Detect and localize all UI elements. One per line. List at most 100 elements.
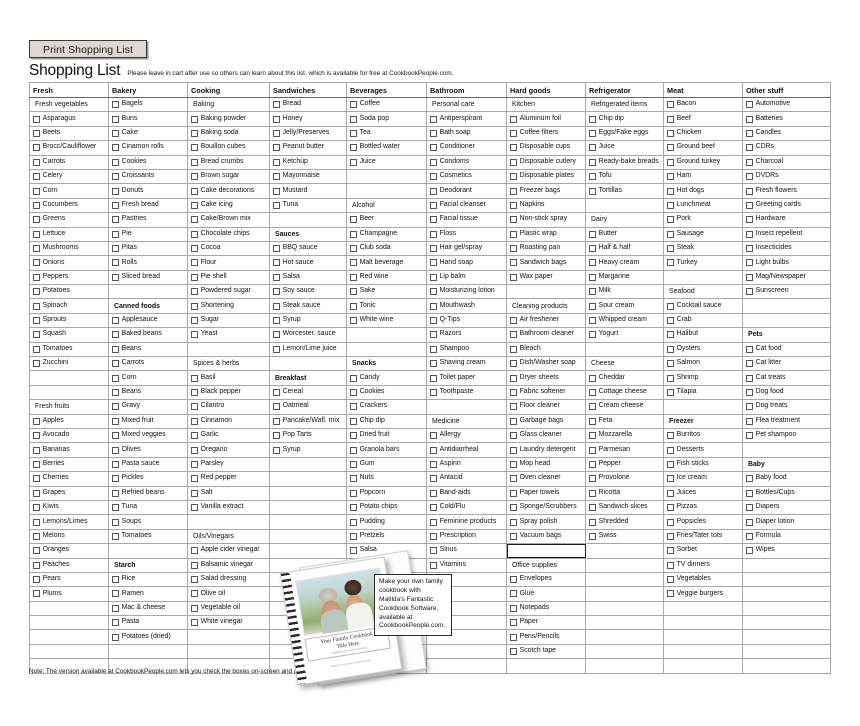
checkbox-icon[interactable] — [667, 129, 674, 137]
checkbox-icon[interactable] — [667, 187, 674, 195]
checkbox-icon[interactable] — [667, 101, 674, 109]
checkbox-icon[interactable] — [430, 115, 437, 123]
checkbox-icon[interactable] — [33, 576, 40, 584]
checkbox-icon[interactable] — [112, 460, 119, 468]
checkbox-icon[interactable] — [112, 259, 119, 267]
checklist-item[interactable]: Sour cream — [585, 298, 664, 314]
checklist-item[interactable]: Cat treats — [742, 370, 831, 386]
checkbox-icon[interactable] — [273, 259, 280, 267]
checkbox-icon[interactable] — [430, 532, 437, 540]
checklist-item[interactable]: Q-Tips — [426, 312, 507, 329]
checklist-item[interactable]: Worcester. sauce — [269, 327, 347, 343]
checkbox-icon[interactable] — [112, 417, 119, 425]
checklist-item[interactable]: Avocado — [29, 427, 109, 444]
checklist-item[interactable]: Shortening — [187, 298, 270, 314]
checkbox-icon[interactable] — [191, 460, 198, 468]
checkbox-icon[interactable] — [112, 475, 119, 483]
checkbox-icon[interactable] — [589, 417, 596, 425]
checklist-item[interactable]: Cinamon rolls — [108, 140, 188, 156]
checklist-item[interactable]: Milk — [585, 284, 664, 300]
checklist-item[interactable]: Sponge/Scrubbers — [506, 499, 586, 516]
checklist-item[interactable]: Vegetable oil — [187, 600, 270, 617]
checklist-item[interactable]: Asparagus — [29, 111, 109, 127]
checkbox-icon[interactable] — [510, 446, 517, 454]
checklist-item[interactable]: Mouthwash — [426, 298, 507, 314]
checkbox-icon[interactable] — [510, 604, 517, 612]
checklist-item[interactable]: Antidiarrheal — [426, 442, 507, 458]
checklist-item[interactable]: Cereal — [269, 384, 347, 401]
checklist-item[interactable]: Kiwis — [29, 499, 109, 516]
checkbox-icon[interactable] — [510, 173, 517, 181]
checklist-item[interactable]: Cake icing — [187, 197, 270, 214]
checklist-item[interactable]: Juice — [585, 140, 664, 156]
checklist-item[interactable]: Flour — [187, 255, 270, 271]
checklist-item[interactable]: Baking soda — [187, 125, 270, 142]
checklist-item[interactable]: Glass cleaner — [506, 427, 586, 444]
checklist-item[interactable]: Lunchmeat — [663, 197, 743, 214]
checkbox-icon[interactable] — [350, 561, 357, 569]
checkbox-icon[interactable] — [33, 129, 40, 137]
checkbox-icon[interactable] — [510, 245, 517, 253]
checklist-item[interactable]: Baby food — [742, 471, 831, 487]
checkbox-icon[interactable] — [746, 360, 753, 368]
checkbox-icon[interactable] — [33, 518, 40, 526]
checklist-item[interactable]: Garbage bags — [506, 413, 586, 429]
checkbox-icon[interactable] — [510, 648, 517, 656]
checkbox-icon[interactable] — [273, 345, 280, 353]
checkbox-icon[interactable] — [112, 317, 119, 325]
checklist-item[interactable]: Sunscreen — [742, 284, 831, 300]
checklist-item[interactable]: Applesauce — [108, 312, 188, 329]
checkbox-icon[interactable] — [510, 374, 517, 382]
checklist-item[interactable]: Greens — [29, 212, 109, 228]
checklist-item[interactable]: Tea — [346, 125, 427, 142]
checkbox-icon[interactable] — [746, 504, 753, 512]
checkbox-icon[interactable] — [589, 288, 596, 296]
checkbox-icon[interactable] — [191, 230, 198, 238]
checkbox-icon[interactable] — [589, 460, 596, 468]
checkbox-icon[interactable] — [350, 518, 357, 526]
checkbox-icon[interactable] — [430, 144, 437, 152]
checklist-item[interactable]: Pretzels — [346, 528, 427, 545]
checklist-item[interactable]: Insecticides — [742, 240, 831, 257]
checklist-item[interactable]: Sausage — [663, 226, 743, 242]
checkbox-icon[interactable] — [273, 432, 280, 440]
checklist-item[interactable]: Zucchini — [29, 356, 109, 372]
checkbox-icon[interactable] — [430, 187, 437, 195]
checklist-item[interactable]: Soy sauce — [269, 284, 347, 300]
checkbox-icon[interactable] — [273, 317, 280, 325]
checkbox-icon[interactable] — [589, 173, 596, 181]
checklist-item[interactable]: Rolls — [108, 255, 188, 271]
checklist-item[interactable]: Cheddar — [585, 370, 664, 386]
checkbox-icon[interactable] — [112, 345, 119, 353]
checklist-item[interactable]: Heavy cream — [585, 255, 664, 271]
checklist-item[interactable]: Non-stick spray — [506, 212, 586, 228]
checklist-item[interactable]: Pork — [663, 212, 743, 228]
checkbox-icon[interactable] — [589, 317, 596, 325]
checklist-item[interactable]: Pet shampoo — [742, 427, 831, 444]
checklist-item[interactable]: Desserts — [663, 442, 743, 458]
checkbox-icon[interactable] — [510, 273, 517, 281]
checklist-item[interactable]: Vitamins — [426, 557, 507, 573]
checkbox-icon[interactable] — [112, 619, 119, 627]
checklist-item[interactable]: Mozzarella — [585, 427, 664, 444]
checklist-item[interactable]: Bread — [269, 96, 347, 113]
checklist-item[interactable]: Honey — [269, 111, 347, 127]
checklist-item[interactable]: Syrup — [269, 442, 347, 458]
checklist-item[interactable]: Prescription — [426, 528, 507, 545]
checkbox-icon[interactable] — [510, 259, 517, 267]
checklist-item[interactable]: Onions — [29, 255, 109, 271]
checklist-item[interactable]: Bathroom cleaner — [506, 327, 586, 343]
checkbox-icon[interactable] — [589, 446, 596, 454]
checklist-item[interactable]: Sugar — [187, 312, 270, 329]
checkbox-icon[interactable] — [746, 201, 753, 209]
checklist-item[interactable]: Olive oil — [187, 586, 270, 602]
checkbox-icon[interactable] — [589, 389, 596, 396]
checkbox-icon[interactable] — [191, 403, 198, 411]
checkbox-icon[interactable] — [33, 144, 40, 152]
checklist-item[interactable]: Salsa — [346, 543, 427, 559]
checklist-item[interactable]: Juice — [346, 154, 427, 170]
checkbox-icon[interactable] — [112, 590, 119, 598]
checklist-item[interactable]: Flea treatment — [742, 413, 831, 429]
checkbox-icon[interactable] — [191, 604, 198, 612]
checkbox-icon[interactable] — [191, 504, 198, 512]
